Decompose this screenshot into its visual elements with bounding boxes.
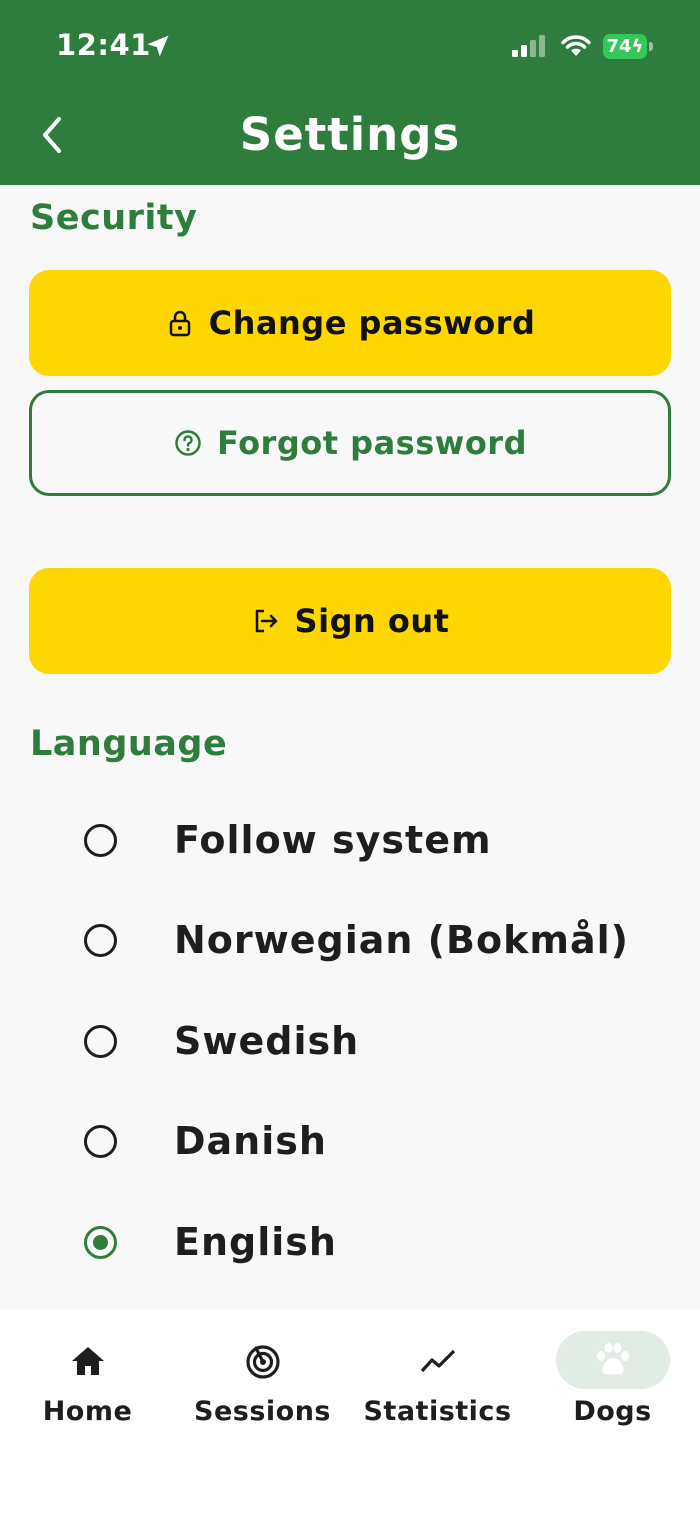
tab-label: Dogs — [573, 1396, 652, 1427]
radio-button[interactable] — [84, 1024, 117, 1058]
language-option-norwegian[interactable]: Norwegian (Bokmål) — [0, 900, 700, 980]
charging-bolt-icon: ϟ — [631, 36, 644, 57]
tab-statistics[interactable]: Statistics — [350, 1330, 525, 1450]
logout-icon — [251, 606, 281, 636]
wifi-icon — [561, 35, 591, 56]
status-bar: 12:41 74ϟ — [0, 0, 700, 95]
language-option-label: Swedish — [174, 1019, 360, 1063]
tab-sessions[interactable]: Sessions — [175, 1330, 350, 1450]
language-option-label: Follow system — [174, 818, 492, 862]
forgot-password-label: Forgot password — [217, 424, 527, 462]
radio-button-selected[interactable] — [84, 1225, 117, 1259]
app-header: 12:41 74ϟ Settings — [0, 0, 700, 185]
radar-icon — [244, 1342, 282, 1380]
home-icon — [69, 1342, 107, 1380]
language-option-danish[interactable]: Danish — [0, 1101, 700, 1181]
radio-button[interactable] — [84, 823, 117, 857]
tab-label: Statistics — [363, 1396, 512, 1427]
sign-out-label: Sign out — [294, 602, 450, 640]
bottom-tab-bar: Home Sessions Statistics Dogs — [0, 1310, 700, 1515]
radio-button[interactable] — [84, 1124, 117, 1158]
tab-dogs[interactable]: Dogs — [525, 1330, 700, 1450]
battery-level: 74ϟ — [603, 34, 647, 59]
forgot-password-button[interactable]: Forgot password — [29, 390, 671, 496]
language-heading: Language — [30, 724, 228, 764]
battery-indicator: 74ϟ — [603, 34, 653, 59]
lock-icon — [165, 308, 195, 338]
cellular-signal-icon — [512, 35, 545, 57]
language-option-swedish[interactable]: Swedish — [0, 1001, 700, 1081]
security-heading: Security — [30, 198, 198, 238]
change-password-button[interactable]: Change password — [29, 270, 671, 376]
language-option-label: Danish — [174, 1119, 327, 1163]
battery-percent: 74 — [606, 36, 632, 57]
status-time: 12:41 — [56, 28, 151, 62]
change-password-label: Change password — [208, 304, 536, 342]
language-option-label: English — [174, 1220, 337, 1264]
sign-out-button[interactable]: Sign out — [29, 568, 671, 674]
battery-cap — [649, 42, 653, 51]
tab-label: Sessions — [194, 1396, 331, 1427]
paw-icon — [555, 1331, 670, 1389]
tab-label: Home — [42, 1396, 133, 1427]
page-title: Settings — [239, 108, 461, 161]
location-arrow-icon — [147, 35, 169, 57]
language-option-english[interactable]: English — [0, 1202, 700, 1282]
help-circle-icon — [173, 428, 203, 458]
trend-icon — [419, 1342, 457, 1380]
radio-button[interactable] — [84, 923, 117, 957]
tab-home[interactable]: Home — [0, 1330, 175, 1450]
language-option-follow-system[interactable]: Follow system — [0, 800, 700, 880]
language-option-label: Norwegian (Bokmål) — [174, 918, 630, 962]
